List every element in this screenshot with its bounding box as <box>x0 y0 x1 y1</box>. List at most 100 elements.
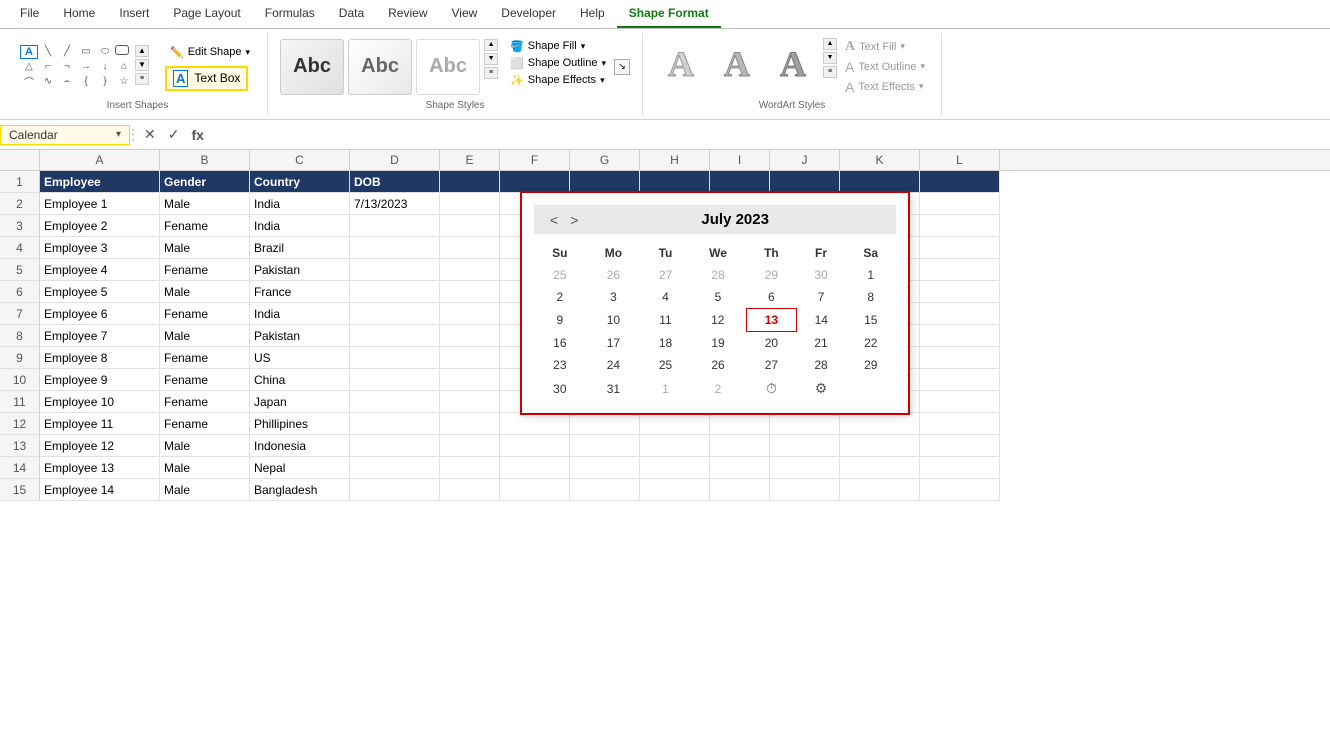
cell-r11-c4[interactable] <box>350 391 440 413</box>
header-cell-11[interactable] <box>840 171 920 193</box>
cell-r11-c2[interactable]: Fename <box>160 391 250 413</box>
header-cell-10[interactable] <box>770 171 840 193</box>
cal-day-4-w1[interactable]: 4 <box>641 286 690 309</box>
row-num-2[interactable]: 2 <box>0 193 39 215</box>
cell-r5-c12[interactable] <box>920 259 1000 281</box>
cell-r9-c4[interactable] <box>350 347 440 369</box>
cal-today[interactable]: 13 <box>746 309 796 332</box>
cell-r4-c1[interactable]: Employee 3 <box>40 237 160 259</box>
style-scroll-up[interactable]: ▲ <box>484 39 498 51</box>
shape-line2-icon[interactable]: ╱ <box>58 45 76 59</box>
col-header-i[interactable]: I <box>710 150 770 170</box>
cell-r7-c12[interactable] <box>920 303 1000 325</box>
row-num-5[interactable]: 5 <box>0 259 39 281</box>
shape-angle2-icon[interactable]: ¬ <box>58 60 76 74</box>
row-num-15[interactable]: 15 <box>0 479 39 501</box>
cell-r2-c4[interactable]: 7/13/2023 <box>350 193 440 215</box>
cal-prev-month-day-28[interactable]: 28 <box>690 264 746 286</box>
header-cell-1[interactable]: Employee <box>40 171 160 193</box>
shape-arrow-right-icon[interactable]: → <box>77 60 95 74</box>
col-header-g[interactable]: G <box>570 150 640 170</box>
ribbon-tab-page-layout[interactable]: Page Layout <box>161 0 252 28</box>
cell-r7-c1[interactable]: Employee 6 <box>40 303 160 325</box>
cal-next-month-day-1[interactable]: 1 <box>641 376 690 401</box>
cell-r4-c5[interactable] <box>440 237 500 259</box>
shape-style-3-btn[interactable]: Abc <box>416 39 480 95</box>
shape-text-icon[interactable]: A <box>20 45 38 59</box>
cal-day-12-w2[interactable]: 12 <box>690 309 746 332</box>
cell-r8-c2[interactable]: Male <box>160 325 250 347</box>
cell-r8-c4[interactable] <box>350 325 440 347</box>
ribbon-tab-data[interactable]: Data <box>327 0 376 28</box>
cell-r6-c5[interactable] <box>440 281 500 303</box>
cell-r14-c6[interactable] <box>500 457 570 479</box>
cell-r5-c1[interactable]: Employee 4 <box>40 259 160 281</box>
shape-arrow-down-icon[interactable]: ↓ <box>96 60 114 74</box>
cal-day-27-w4[interactable]: 27 <box>746 354 796 376</box>
col-header-d[interactable]: D <box>350 150 440 170</box>
cell-r15-c8[interactable] <box>640 479 710 501</box>
cell-r11-c1[interactable]: Employee 10 <box>40 391 160 413</box>
ribbon-tab-home[interactable]: Home <box>51 0 107 28</box>
cal-day-11-w2[interactable]: 11 <box>641 309 690 332</box>
cell-r10-c2[interactable]: Fename <box>160 369 250 391</box>
shape-style-1-btn[interactable]: Abc <box>280 39 344 95</box>
cell-r10-c1[interactable]: Employee 9 <box>40 369 160 391</box>
shapes-scroll-down[interactable]: ▼ <box>135 59 149 71</box>
header-cell-2[interactable]: Gender <box>160 171 250 193</box>
shape-arc-icon[interactable]: ⌢ <box>58 75 76 89</box>
cal-day-3-w1[interactable]: 3 <box>586 286 641 309</box>
shapes-scroll-more[interactable]: ≡ <box>135 73 149 85</box>
text-outline-btn[interactable]: A Text Outline ▾ <box>841 58 929 76</box>
shape-rect-icon[interactable]: ▭ <box>77 45 95 59</box>
cal-prev-month-day-30[interactable]: 30 <box>797 264 846 286</box>
cell-r13-c9[interactable] <box>710 435 770 457</box>
row-num-14[interactable]: 14 <box>0 457 39 479</box>
cell-r3-c5[interactable] <box>440 215 500 237</box>
col-header-j[interactable]: J <box>770 150 840 170</box>
cell-r12-c7[interactable] <box>570 413 640 435</box>
row-num-10[interactable]: 10 <box>0 369 39 391</box>
col-header-a[interactable]: A <box>40 150 160 170</box>
cal-day-15-w2[interactable]: 15 <box>846 309 897 332</box>
insert-function-btn[interactable]: fx <box>187 125 207 145</box>
wordart-scroll-up[interactable]: ▲ <box>823 38 837 50</box>
shape-rounded-rect-icon[interactable] <box>115 45 129 55</box>
header-cell-8[interactable] <box>640 171 710 193</box>
col-header-k[interactable]: K <box>840 150 920 170</box>
row-num-6[interactable]: 6 <box>0 281 39 303</box>
cal-day-30-w5[interactable]: 30 <box>534 376 586 401</box>
cal-day-17-w3[interactable]: 17 <box>586 332 641 355</box>
cell-r10-c4[interactable] <box>350 369 440 391</box>
shape-curly-right-icon[interactable]: } <box>96 75 114 89</box>
cell-r3-c4[interactable] <box>350 215 440 237</box>
cell-r13-c2[interactable]: Male <box>160 435 250 457</box>
cancel-formula-btn[interactable]: ✕ <box>140 124 160 145</box>
shape-outline-btn[interactable]: ⬜ Shape Outline ▾ <box>506 56 610 71</box>
row-num-7[interactable]: 7 <box>0 303 39 325</box>
cell-r13-c8[interactable] <box>640 435 710 457</box>
cell-r13-c7[interactable] <box>570 435 640 457</box>
cal-day-19-w3[interactable]: 19 <box>690 332 746 355</box>
cell-r4-c4[interactable] <box>350 237 440 259</box>
cell-r5-c2[interactable]: Fename <box>160 259 250 281</box>
cell-r12-c12[interactable] <box>920 413 1000 435</box>
cell-r10-c5[interactable] <box>440 369 500 391</box>
cell-r13-c3[interactable]: Indonesia <box>250 435 350 457</box>
cal-prev-month-day-27[interactable]: 27 <box>641 264 690 286</box>
cal-day-26-w4[interactable]: 26 <box>690 354 746 376</box>
cell-r6-c12[interactable] <box>920 281 1000 303</box>
col-header-e[interactable]: E <box>440 150 500 170</box>
ribbon-tab-insert[interactable]: Insert <box>107 0 161 28</box>
cell-r12-c1[interactable]: Employee 11 <box>40 413 160 435</box>
cal-day-29-w4[interactable]: 29 <box>846 354 897 376</box>
header-cell-4[interactable]: DOB <box>350 171 440 193</box>
cell-r12-c9[interactable] <box>710 413 770 435</box>
cell-r15-c1[interactable]: Employee 14 <box>40 479 160 501</box>
style-scroll-down[interactable]: ▼ <box>484 53 498 65</box>
wordart-scroll-more[interactable]: ≡ <box>823 66 837 78</box>
text-fill-btn[interactable]: A Text Fill ▾ <box>841 38 929 56</box>
cal-day-28-w4[interactable]: 28 <box>797 354 846 376</box>
text-effects-btn[interactable]: A Text Effects ▾ <box>841 78 929 96</box>
cell-r3-c12[interactable] <box>920 215 1000 237</box>
